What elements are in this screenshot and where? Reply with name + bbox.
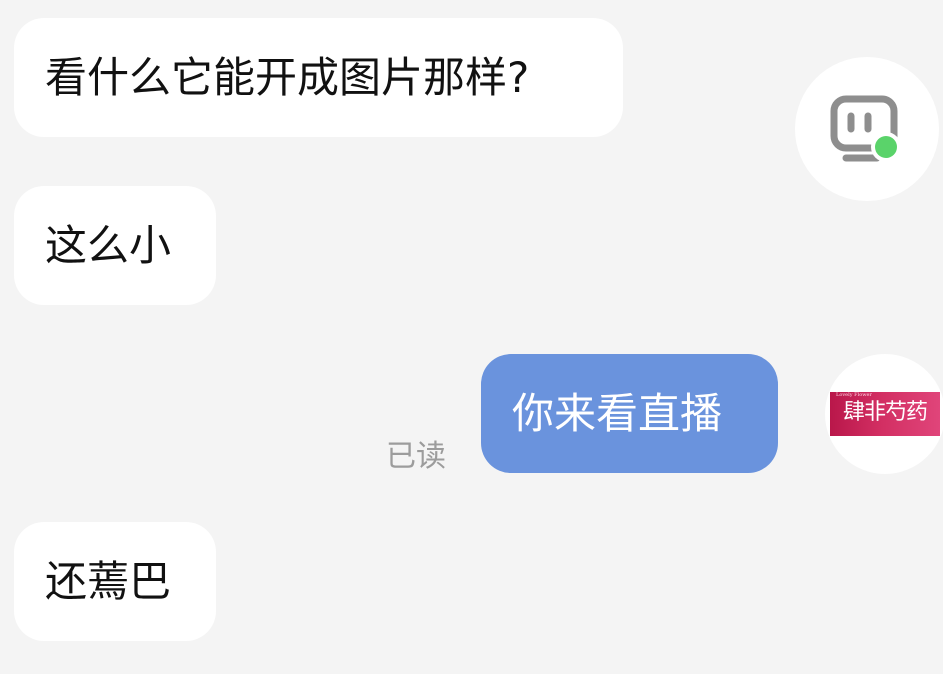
message-bubble-incoming[interactable]: 这么小 — [14, 186, 216, 305]
message-bubble-incoming[interactable]: 看什么它能开成图片那样? — [14, 18, 623, 137]
contact-avatar[interactable] — [795, 57, 939, 201]
message-text: 这么小 — [45, 220, 172, 270]
user-avatar[interactable]: Lovely Flower 肆非芍药 — [825, 354, 943, 474]
message-text: 看什么它能开成图片那样? — [45, 52, 530, 102]
message-text: 你来看直播 — [512, 388, 723, 438]
message-bubble-incoming[interactable]: 还蔫巴 — [14, 522, 216, 641]
brand-logo: Lovely Flower 肆非芍药 — [830, 392, 940, 436]
logo-text: 肆非芍药 — [842, 400, 928, 425]
monitor-face-icon — [830, 95, 901, 162]
read-status: 已读 — [386, 439, 446, 474]
online-status-dot — [875, 136, 897, 158]
message-bubble-outgoing[interactable]: 你来看直播 — [481, 354, 778, 473]
logo-small-text: Lovely Flower — [836, 392, 872, 398]
message-text: 还蔫巴 — [45, 556, 172, 606]
